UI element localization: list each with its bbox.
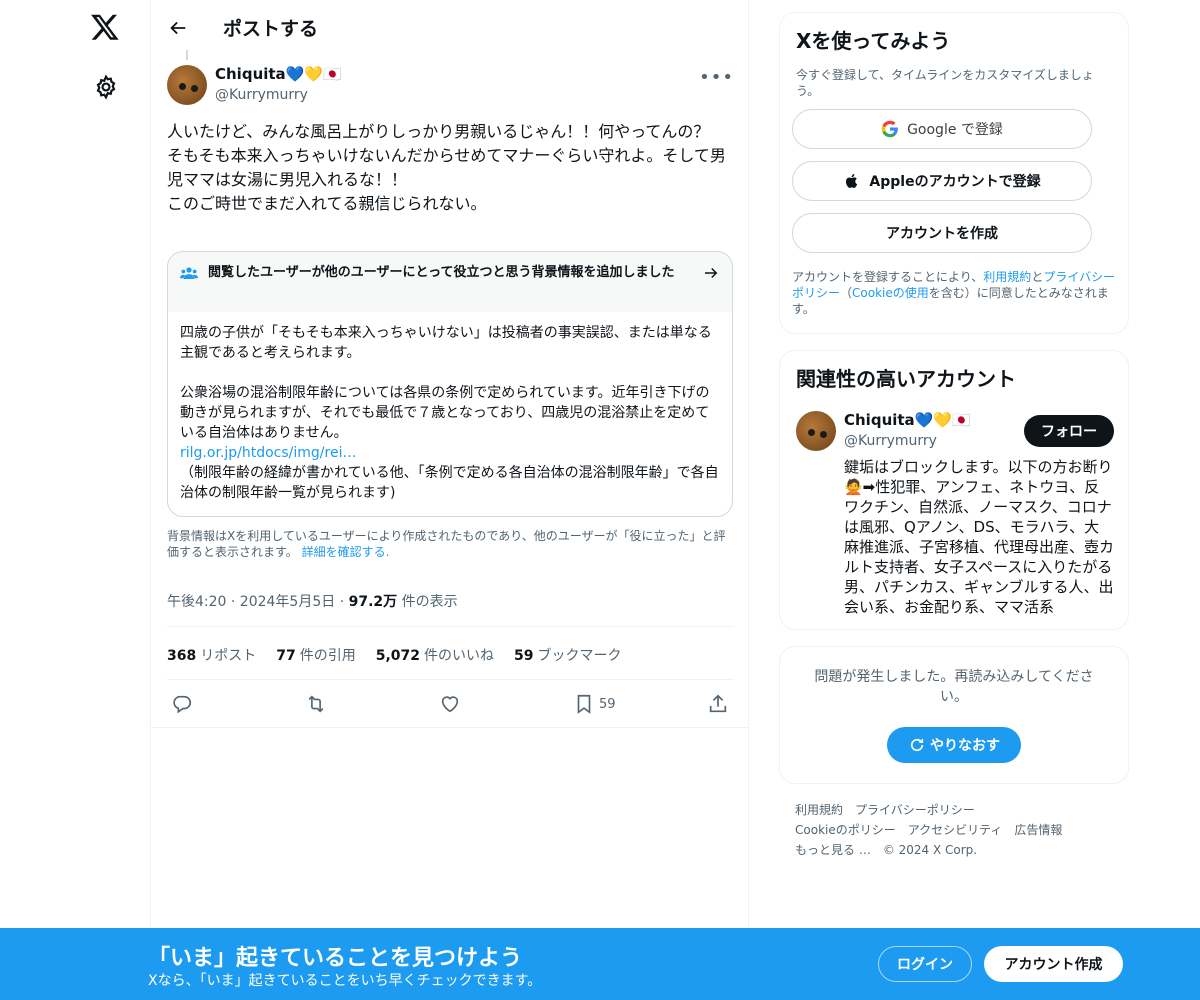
related-accounts-card: 関連性の高いアカウント Chiquita💙💛🇯🇵 @Kurrymurry フォロ… [779, 350, 1129, 630]
note-paragraph: 四歳の子供が「そもそも本来入っちゃいけない」は投稿者の事実誤認、または単なる主観… [180, 325, 712, 361]
avatar[interactable] [167, 65, 207, 105]
tweet-time[interactable]: 午後4:20 · 2024年5月5日 · [167, 594, 349, 610]
related-title: 関連性の高いアカウント [796, 367, 1016, 391]
related-account-name[interactable]: Chiquita💙💛🇯🇵 [844, 411, 971, 429]
signup-subtitle: 今すぐ登録して、タイムラインをカスタマイズしましょう。 [796, 68, 1094, 98]
stat-reposts[interactable]: 368 リポスト [167, 645, 256, 665]
create-account-label: アカウントを作成 [886, 226, 998, 242]
note-footer-text: 背景情報はXを利用しているユーザーにより作成されたものであり、他のユーザーが「役… [167, 529, 726, 559]
repost-icon [308, 695, 324, 713]
footer-ads-link[interactable]: 広告情報 [1014, 820, 1062, 840]
note-paragraph: 公衆浴場の混浴制限年齢については各県の条例で定められています。近年引き下げの動き… [180, 385, 710, 441]
back-arrow-icon[interactable] [167, 17, 189, 39]
gear-icon[interactable] [93, 74, 119, 100]
tweet-stats: 368 リポスト 77 件の引用 5,072 件のいいね 59 ブックマーク [167, 645, 622, 665]
error-message: 問題が発生しました。再読み込みしてください。 [814, 669, 1094, 705]
main-column: ポストする Chiquita💙💛🇯🇵 @Kurrymurry ••• 人いたけど… [150, 0, 749, 1000]
apple-signup-label: Appleのアカウントで登録 [869, 174, 1041, 190]
create-account-button[interactable]: アカウントを作成 [792, 213, 1092, 253]
bookmark-button[interactable]: 59 [573, 692, 616, 716]
related-account-handle[interactable]: @Kurrymurry [844, 433, 937, 449]
note-link[interactable]: rilg.or.jp/htdocs/img/rei… [180, 443, 720, 463]
footer-copyright: © 2024 X Corp. [882, 843, 978, 857]
note-details-link[interactable]: 詳細を確認する. [302, 545, 390, 559]
stat-quotes[interactable]: 77 件の引用 [276, 645, 355, 665]
community-note-heading: 閲覧したユーザーが他のユーザーにとって役立つと思う背景情報を追加しました [208, 265, 675, 280]
divider [167, 679, 734, 680]
footer-links: 利用規約 プライバシーポリシー Cookieのポリシー アクセシビリティ 広告情報 も… [795, 800, 1115, 860]
follow-button[interactable]: フォロー [1024, 415, 1114, 447]
avatar-eye [191, 85, 198, 92]
view-count: 97.2万 [348, 594, 398, 610]
bottom-bar-subtext: Xなら、「いま」起きていることをいち早くチェックできます。 [148, 973, 542, 989]
error-card: 問題が発生しました。再読み込みしてください。 やりなおす [779, 646, 1129, 784]
google-icon [881, 120, 898, 138]
thread-line [186, 50, 188, 60]
community-note-header[interactable]: 閲覧したユーザーが他のユーザーにとって役立つと思う背景情報を追加しました [168, 252, 732, 312]
tweet-author: Chiquita💙💛🇯🇵 @Kurrymurry ••• [167, 63, 734, 107]
heart-icon [441, 696, 459, 713]
bottom-signup-bar: 「いま」起きていることを見つけよう Xなら、「いま」起きていることをいち早くチェ… [0, 928, 1200, 1000]
bottom-bar-headline: 「いま」起きていることを見つけよう [148, 946, 523, 971]
related-account-bio: 鍵垢はブロックします。以下の方お断り🙅➡性犯罪、アンフェ、ネトウヨ、反ワクチン、… [844, 458, 1115, 616]
terms-link[interactable]: 利用規約 [983, 270, 1031, 284]
apple-icon [846, 174, 858, 188]
footer-terms-link[interactable]: 利用規約 [795, 800, 843, 820]
tweet-text-line: そもそも本来入っちゃいけないんだからせめてマナーぐらい守れよ。そして男児ママは女… [167, 146, 726, 189]
avatar-eye [820, 431, 827, 438]
note-spacer [180, 363, 720, 383]
divider [151, 727, 748, 728]
footer-accessibility-link[interactable]: アクセシビリティ [908, 820, 1003, 840]
arrow-right-icon [705, 267, 718, 279]
author-name[interactable]: Chiquita💙💛🇯🇵 [215, 65, 342, 83]
share-button[interactable] [707, 692, 729, 716]
repost-button[interactable] [305, 692, 327, 716]
tweet-text-line: このご時世でまだ入れてる親信じられない。 [167, 194, 487, 213]
divider [167, 626, 734, 627]
tweet-text: 人いたけど、みんな風呂上がりしっかり男親いるじゃん！！何やってんの？ そもそも本… [167, 120, 734, 216]
tweet-meta: 午後4:20 · 2024年5月5日 · 97.2万 件の表示 [167, 591, 458, 611]
login-button[interactable]: ログイン [878, 946, 972, 982]
community-note: 閲覧したユーザーが他のユーザーにとって役立つと思う背景情報を追加しました 四歳の… [167, 251, 733, 517]
author-handle[interactable]: @Kurrymurry [215, 87, 308, 103]
bookmark-count: 59 [599, 696, 616, 712]
google-signup-label: Google で登録 [907, 122, 1003, 138]
retry-button[interactable]: やりなおす [887, 727, 1021, 763]
avatar-eye [808, 429, 815, 436]
avatar-eye [179, 83, 186, 90]
x-logo-icon[interactable] [90, 12, 120, 42]
signup-card: Xを使ってみよう 今すぐ登録して、タイムラインをカスタマイズしましょう。 Goo… [779, 12, 1129, 334]
more-options-icon[interactable]: ••• [699, 67, 734, 88]
like-button[interactable] [439, 692, 461, 716]
stat-likes[interactable]: 5,072 件のいいね [376, 645, 494, 665]
avatar[interactable] [796, 411, 836, 451]
people-icon [180, 267, 198, 279]
note-paragraph: （制限年齢の経緯が書かれている他、「条例で定める各自治体の混浴制限年齢」で各自治… [180, 465, 719, 501]
reply-icon [173, 695, 192, 714]
stat-bookmarks[interactable]: 59 ブックマーク [514, 645, 621, 665]
view-label: 件の表示 [401, 594, 458, 610]
refresh-icon [910, 738, 924, 752]
retry-label: やりなおす [930, 738, 1000, 754]
community-note-body: 四歳の子供が「そもそも本来入っちゃいけない」は投稿者の事実誤認、または単なる主観… [168, 312, 732, 503]
reply-button[interactable] [171, 692, 193, 716]
page-header: ポストする [151, 0, 748, 55]
left-nav [60, 0, 150, 1000]
tweet-actions: 59 [167, 692, 734, 716]
footer-privacy-link[interactable]: プライバシーポリシー [855, 800, 975, 820]
community-note-footer: 背景情報はXを利用しているユーザーにより作成されたものであり、他のユーザーが「役… [167, 528, 734, 560]
signup-legal: アカウントを登録することにより、利用規約とプライバシーポリシー（Cookieの使… [792, 270, 1116, 316]
apple-signup-button[interactable]: Appleのアカウントで登録 [792, 161, 1092, 201]
footer-cookie-link[interactable]: Cookieのポリシー [795, 820, 896, 840]
signup-title: Xを使ってみよう [796, 29, 951, 53]
google-signup-button[interactable]: Google で登録 [792, 109, 1092, 149]
signup-button[interactable]: アカウント作成 [984, 946, 1123, 982]
page-title: ポストする [223, 18, 319, 40]
footer-more-link[interactable]: もっと見る … [795, 840, 871, 860]
tweet-text-line: 人いたけど、みんな風呂上がりしっかり男親いるじゃん！！何やってんの？ [167, 122, 710, 141]
cookie-link[interactable]: Cookieの使用 [852, 286, 929, 300]
share-icon [709, 694, 727, 713]
bookmark-icon [577, 694, 591, 714]
